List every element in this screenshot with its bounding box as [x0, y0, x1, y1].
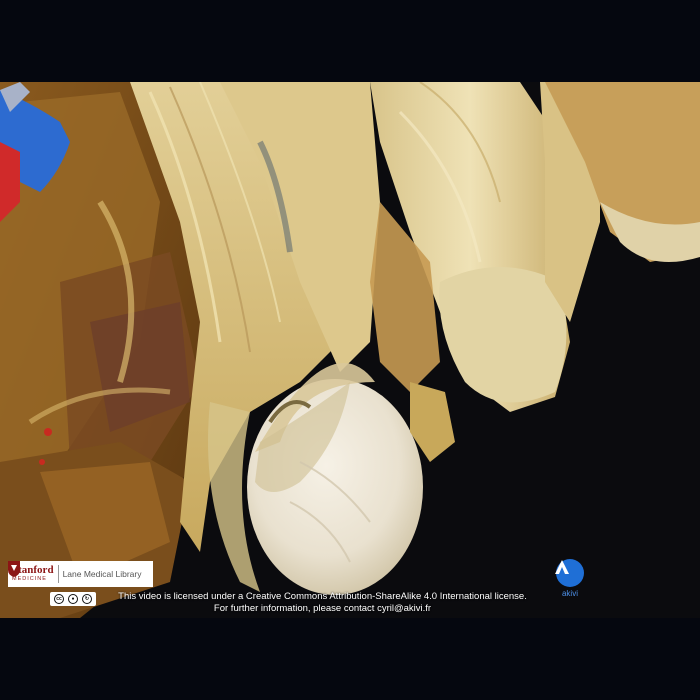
stanford-logo: Stanford MEDICINE Lane Medical Library [8, 561, 153, 587]
institution-sub: MEDICINE [12, 576, 47, 583]
letterbox-bottom [0, 618, 700, 700]
sa-icon: ↻ [82, 594, 92, 604]
anatomy-photo [0, 82, 700, 618]
creative-commons-icon[interactable]: cc ● ↻ [50, 592, 96, 606]
license-line-2: For further information, please contact … [213, 603, 432, 614]
shield-icon [8, 561, 20, 577]
license-text: This video is licensed under a Creative … [100, 591, 545, 615]
video-frame[interactable]: Stanford MEDICINE Lane Medical Library c… [0, 82, 700, 618]
letterbox-top [0, 0, 700, 82]
library-name: Lane Medical Library [62, 569, 142, 579]
akivi-icon [555, 559, 584, 587]
akivi-logo[interactable]: akivi [554, 559, 586, 598]
producer-name: akivi [561, 589, 578, 598]
cc-icon: cc [54, 594, 64, 604]
by-icon: ● [68, 594, 78, 604]
license-line-1: This video is licensed under a Creative … [118, 591, 527, 602]
